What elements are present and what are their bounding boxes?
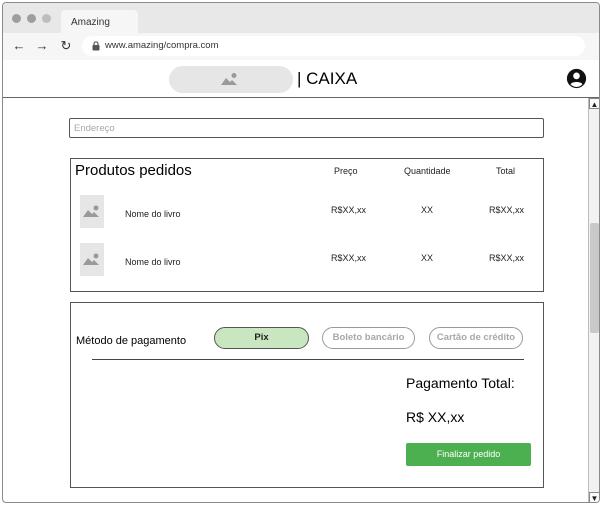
column-header-price: Preço [334, 166, 358, 176]
total-payment-value: R$ XX,xx [406, 409, 465, 425]
scroll-down-icon[interactable]: ▼ [589, 492, 599, 502]
ordered-products-panel: Produtos pedidos Preço Quantidade Total … [70, 158, 544, 292]
product-row: Nome do livro R$XX,xx XX R$XX,xx [71, 243, 543, 277]
total-payment-label: Pagamento Total: [406, 375, 515, 391]
browser-window: Amazing ← → ↻ www.amazing/compra.com | C… [2, 2, 600, 503]
browser-tab[interactable]: Amazing [61, 10, 138, 33]
product-total: R$XX,xx [489, 253, 525, 263]
page-title: | CAIXA [297, 69, 358, 88]
product-thumbnail [80, 195, 104, 228]
lock-icon [92, 41, 100, 51]
arrow-right-icon[interactable]: → [34, 38, 50, 54]
user-account-icon[interactable] [566, 68, 587, 89]
product-total: R$XX,xx [489, 205, 525, 215]
logo-placeholder[interactable] [169, 66, 293, 93]
product-quantity: XX [421, 205, 434, 215]
page-header: | CAIXA [3, 60, 599, 98]
navigation-bar: ← → ↻ www.amazing/compra.com [3, 33, 599, 60]
address-input[interactable] [69, 118, 544, 138]
payment-panel: Método de pagamento Pix Boleto bancário … [70, 302, 544, 488]
payment-method-card-button[interactable]: Cartão de crédito [429, 327, 523, 349]
product-name: Nome do livro [125, 257, 181, 267]
payment-method-label: Método de pagamento [76, 335, 187, 347]
image-placeholder-icon [221, 73, 237, 85]
window-maximize-dot[interactable] [42, 14, 51, 23]
divider [92, 359, 524, 360]
products-title: Produtos pedidos [75, 162, 192, 179]
window-close-dot[interactable] [12, 14, 21, 23]
product-thumbnail [80, 243, 104, 276]
page-scrollbar[interactable]: ▲ ▼ [588, 98, 599, 502]
window-minimize-dot[interactable] [27, 14, 36, 23]
payment-method-boleto-button[interactable]: Boleto bancário [322, 327, 415, 349]
tab-title: Amazing [71, 17, 110, 28]
payment-method-pix-button[interactable]: Pix [214, 327, 309, 349]
image-placeholder-icon [83, 253, 99, 265]
reload-icon[interactable]: ↻ [58, 38, 74, 54]
scroll-up-icon[interactable]: ▲ [589, 98, 599, 109]
product-name: Nome do livro [125, 209, 181, 219]
finalize-order-button[interactable]: Finalizar pedido [406, 443, 531, 466]
column-header-total: Total [496, 166, 516, 176]
product-quantity: XX [421, 253, 434, 263]
product-price: R$XX,xx [331, 205, 367, 215]
tab-bar: Amazing [3, 3, 599, 33]
arrow-left-icon[interactable]: ← [11, 38, 27, 54]
product-price: R$XX,xx [331, 253, 367, 263]
image-placeholder-icon [83, 205, 99, 217]
product-row: Nome do livro R$XX,xx XX R$XX,xx [71, 195, 543, 229]
column-header-quantity: Quantidade [404, 166, 451, 176]
scrollbar-thumb[interactable] [590, 223, 599, 333]
url-bar[interactable]: www.amazing/compra.com [82, 36, 585, 56]
url-text: www.amazing/compra.com [105, 40, 219, 51]
